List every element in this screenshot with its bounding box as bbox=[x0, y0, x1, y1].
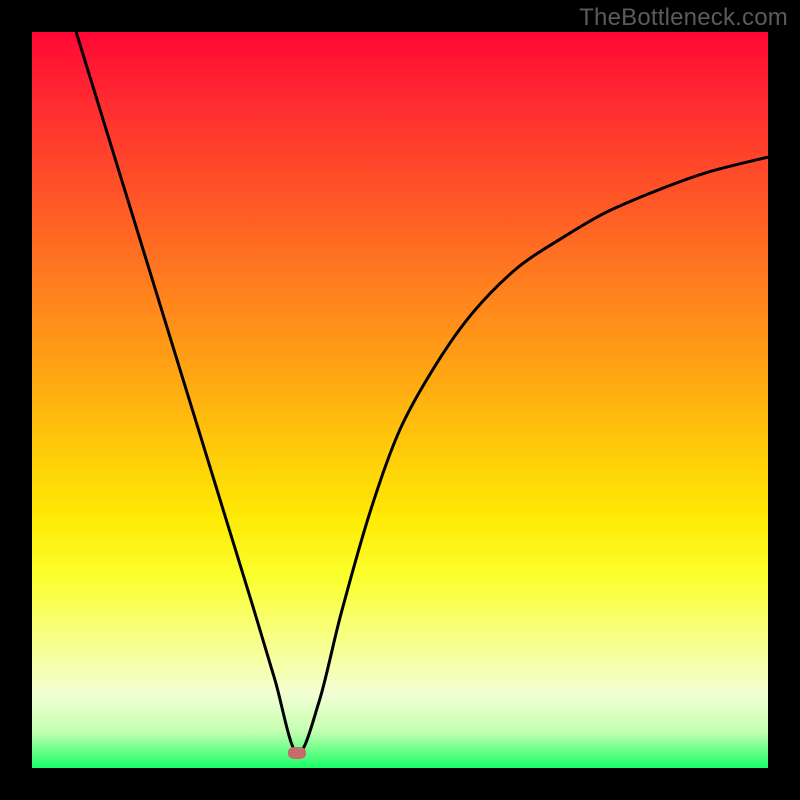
chart-stage: TheBottleneck.com bbox=[0, 0, 800, 800]
watermark-label: TheBottleneck.com bbox=[579, 4, 788, 32]
optimal-point-marker bbox=[288, 747, 306, 759]
plot-gradient-background bbox=[32, 32, 768, 768]
